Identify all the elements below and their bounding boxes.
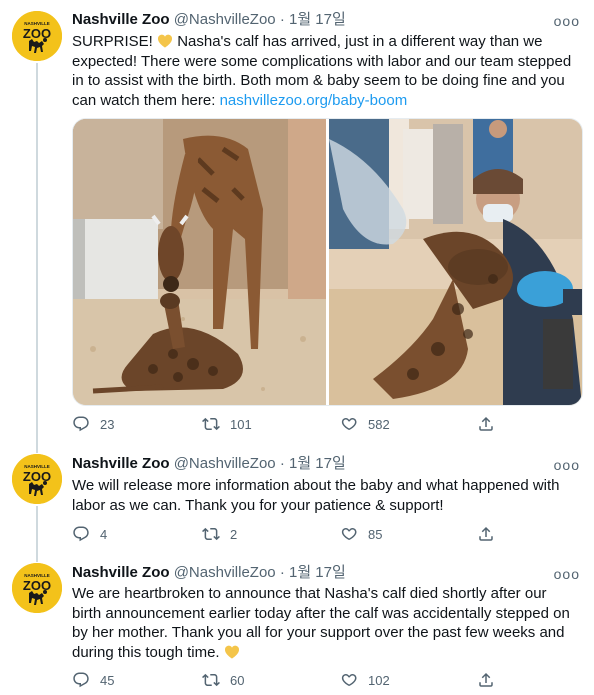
- share-icon: [477, 671, 495, 689]
- like-icon: [340, 525, 358, 543]
- reply-icon: [72, 525, 90, 543]
- thread-connector: [36, 63, 38, 453]
- author-name[interactable]: Nashville Zoo: [72, 455, 170, 472]
- photo-staff-assisting-calf[interactable]: [329, 119, 582, 405]
- tweet-actions: 4 2 85: [72, 524, 502, 544]
- retweet-count: 60: [230, 672, 245, 688]
- yellow-heart-emoji-icon: [157, 33, 173, 48]
- nashville-zoo-logo: [12, 563, 62, 613]
- tweet-text-line: We are heartbroken to announce that Nash…: [72, 585, 547, 602]
- tweet-3[interactable]: Nashville Zoo @NashvilleZoo · 1월 17일 ooo…: [0, 560, 594, 695]
- reply-button[interactable]: 4: [72, 524, 107, 544]
- like-icon: [340, 415, 358, 433]
- separator-dot: ·: [279, 564, 285, 581]
- like-icon: [340, 671, 358, 689]
- author-handle[interactable]: @NashvilleZoo: [174, 455, 276, 472]
- share-icon: [477, 525, 495, 543]
- tweet-header: Nashville Zoo @NashvilleZoo · 1월 17일: [72, 10, 346, 30]
- nashville-zoo-logo: [12, 454, 62, 504]
- more-options-icon[interactable]: ooo: [554, 458, 580, 472]
- like-button[interactable]: 102: [340, 670, 390, 690]
- reply-count: 45: [100, 672, 115, 688]
- retweet-count: 101: [230, 416, 252, 432]
- tweet-date[interactable]: 1월 17일: [289, 11, 346, 28]
- retweet-button[interactable]: 60: [202, 670, 244, 690]
- share-icon: [477, 415, 495, 433]
- baby-boom-link[interactable]: nashvillezoo.org/baby-boom: [220, 92, 408, 109]
- avatar[interactable]: [12, 454, 62, 504]
- reply-count: 23: [100, 416, 115, 432]
- tweet-actions: 23 101 582: [72, 414, 502, 434]
- avatar[interactable]: [12, 11, 62, 61]
- tweet-1[interactable]: Nashville Zoo @NashvilleZoo · 1월 17일 ooo…: [0, 0, 594, 453]
- tweet-text-line: labor as we can. Thank you for your pati…: [72, 496, 444, 514]
- tweet-text-line: in to assist with the birth. Both mom & …: [72, 72, 565, 89]
- reply-button[interactable]: 45: [72, 670, 114, 690]
- reply-icon: [72, 671, 90, 689]
- separator-dot: ·: [279, 11, 285, 28]
- tweet-text-line: expected! There were some complications …: [72, 52, 572, 70]
- more-options-icon[interactable]: ooo: [554, 14, 580, 28]
- nashville-zoo-logo: [12, 11, 62, 61]
- tweet-header: Nashville Zoo @NashvilleZoo · 1월 17일: [72, 563, 346, 583]
- share-button[interactable]: [477, 524, 505, 544]
- author-name[interactable]: Nashville Zoo: [72, 564, 170, 581]
- tweet-date[interactable]: 1월 17일: [289, 564, 346, 581]
- thread-connector: [36, 506, 38, 562]
- tweet-text: We are heartbroken to announce that Nash…: [72, 584, 582, 662]
- retweet-icon: [202, 671, 220, 689]
- more-options-icon[interactable]: ooo: [554, 567, 580, 581]
- tweet-date[interactable]: 1월 17일: [289, 455, 346, 472]
- retweet-button[interactable]: 2: [202, 524, 237, 544]
- tweet-text-line: Nasha's calf has arrived, just in a diff…: [173, 33, 543, 50]
- author-name[interactable]: Nashville Zoo: [72, 11, 170, 28]
- retweet-icon: [202, 525, 220, 543]
- tweet-text-line: We will release more information about t…: [72, 477, 560, 494]
- tweet-text-line: birth announcement earlier today after t…: [72, 604, 570, 622]
- author-handle[interactable]: @NashvilleZoo: [174, 11, 276, 28]
- like-count: 102: [368, 672, 390, 688]
- yellow-heart-emoji-icon: [224, 644, 240, 659]
- tweet-header: Nashville Zoo @NashvilleZoo · 1월 17일: [72, 454, 346, 474]
- retweet-icon: [202, 415, 220, 433]
- separator-dot: ·: [279, 455, 285, 472]
- retweet-count: 2: [230, 526, 238, 542]
- share-button[interactable]: [477, 670, 505, 690]
- tweet-text: We will release more information about t…: [72, 476, 582, 515]
- tweet-text-line: SURPRISE!: [72, 33, 158, 50]
- like-button[interactable]: 582: [340, 414, 390, 434]
- like-count: 582: [368, 416, 390, 432]
- reply-button[interactable]: 23: [72, 414, 114, 434]
- tweet-media[interactable]: [72, 118, 583, 406]
- retweet-button[interactable]: 101: [202, 414, 252, 434]
- avatar[interactable]: [12, 563, 62, 613]
- tweet-text-line: during this tough time.: [72, 643, 224, 661]
- reply-count: 4: [100, 526, 108, 542]
- tweet-2[interactable]: Nashville Zoo @NashvilleZoo · 1월 17일 ooo…: [0, 450, 594, 562]
- tweet-text: SURPRISE! Nasha's calf has arrived, just…: [72, 32, 582, 110]
- share-button[interactable]: [477, 414, 505, 434]
- like-button[interactable]: 85: [340, 524, 382, 544]
- author-handle[interactable]: @NashvilleZoo: [174, 564, 276, 581]
- photo-mother-and-calf[interactable]: [73, 119, 326, 405]
- like-count: 85: [368, 526, 383, 542]
- tweet-text-line: by her mother. Thank you all for your su…: [72, 624, 565, 641]
- reply-icon: [72, 415, 90, 433]
- tweet-text-line: can watch them here:: [72, 91, 220, 109]
- tweet-actions: 45 60 102: [72, 670, 502, 690]
- tweet-photos[interactable]: [73, 119, 582, 405]
